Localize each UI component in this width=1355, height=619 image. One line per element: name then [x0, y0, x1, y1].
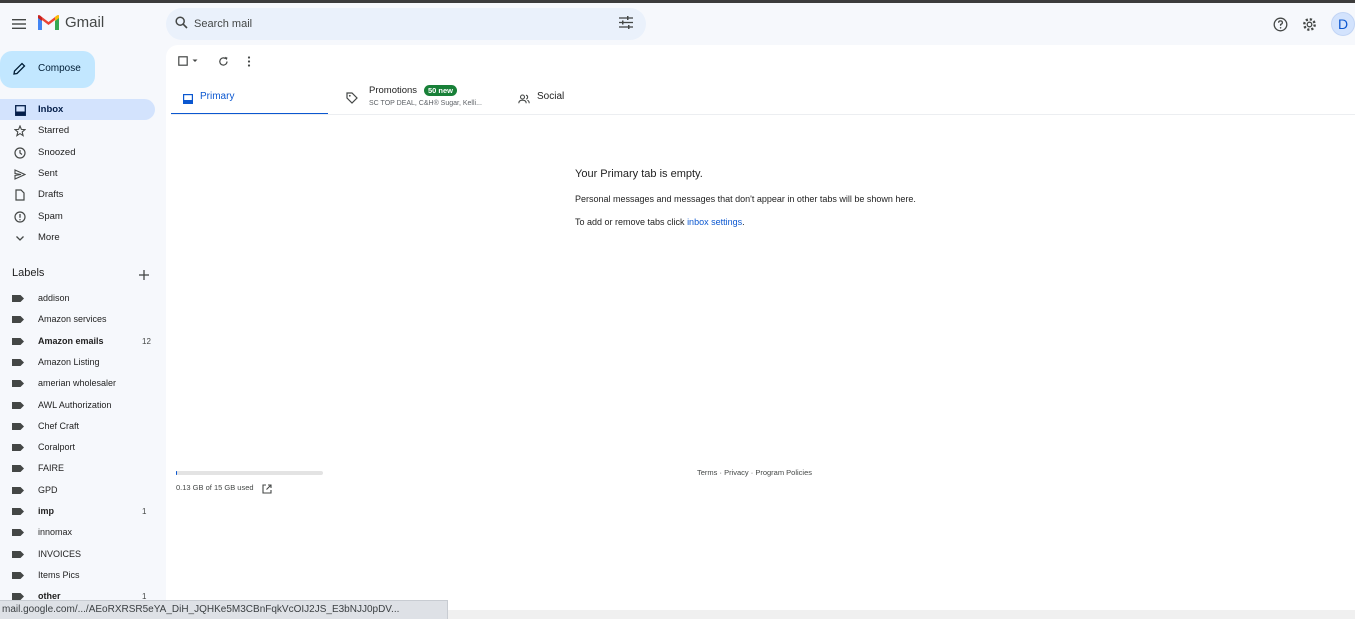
- label-tag-icon: [12, 550, 24, 558]
- refresh-icon: [219, 56, 228, 66]
- compose-label: Compose: [38, 63, 81, 74]
- tabs-divider: [171, 114, 1355, 115]
- label-tag-icon: [12, 529, 24, 537]
- sidebar-item-inbox[interactable]: Inbox: [0, 99, 155, 120]
- gmail-m-icon: [38, 14, 59, 30]
- sidebar-item-snoozed[interactable]: Snoozed: [0, 142, 155, 163]
- promotions-new-badge: 50 new: [424, 85, 458, 96]
- settings-gear-icon[interactable]: [1301, 16, 1317, 32]
- label-tag-icon: [12, 380, 24, 388]
- search-options-icon[interactable]: [619, 16, 633, 29]
- app-name: Gmail: [65, 14, 105, 31]
- label-tag-icon: [12, 422, 24, 430]
- sidebar-item-more[interactable]: More: [0, 227, 155, 248]
- labels-heading: Labels: [12, 267, 45, 279]
- search-input[interactable]: [194, 14, 594, 34]
- label-item[interactable]: Amazon Listing: [0, 352, 155, 373]
- label-item[interactable]: INVOICES: [0, 544, 155, 565]
- label-tag-icon: [12, 486, 24, 494]
- label-tag-icon: [12, 337, 24, 345]
- gmail-logo[interactable]: Gmail: [38, 14, 104, 31]
- label-tag-icon: [12, 295, 24, 302]
- select-all-checkbox[interactable]: [178, 56, 200, 66]
- label-item[interactable]: imp 1: [0, 501, 155, 522]
- search-box[interactable]: [166, 8, 646, 40]
- label-item[interactable]: innomax: [0, 522, 155, 543]
- more-options-button[interactable]: [247, 56, 251, 67]
- create-label-button[interactable]: [138, 268, 150, 280]
- label-item[interactable]: GPD: [0, 480, 155, 501]
- manage-storage-button[interactable]: [262, 481, 272, 499]
- send-icon: [14, 168, 26, 180]
- tab-promotions[interactable]: Promotions 50 new SC TOP DEAL, C&H® Suga…: [334, 79, 504, 115]
- label-tag-icon: [12, 444, 24, 452]
- checkbox-icon: [178, 56, 198, 66]
- label-item[interactable]: Coralport: [0, 437, 155, 458]
- account-avatar[interactable]: D: [1331, 12, 1355, 36]
- sidebar-item-spam[interactable]: Spam: [0, 206, 155, 227]
- label-item[interactable]: amerian wholesaler: [0, 373, 155, 394]
- help-icon[interactable]: [1272, 16, 1288, 32]
- label-tag-icon: [12, 465, 24, 473]
- empty-state-description: Personal messages and messages that don'…: [575, 194, 916, 204]
- promotions-senders: SC TOP DEAL, C&H® Sugar, Kelli...: [369, 100, 482, 107]
- label-tag-icon: [12, 401, 24, 409]
- tag-icon: [346, 91, 358, 109]
- storage-usage-text: 0.13 GB of 15 GB used: [176, 483, 254, 492]
- storage-usage-fill: [176, 471, 178, 475]
- draft-icon: [14, 189, 26, 201]
- label-tag-icon: [12, 571, 24, 579]
- spam-icon: [14, 211, 26, 223]
- label-item[interactable]: Amazon emails 12: [0, 331, 155, 352]
- label-item[interactable]: FAIRE: [0, 458, 155, 479]
- hamburger-icon: [12, 19, 26, 29]
- label-item[interactable]: addison: [0, 288, 155, 309]
- main-panel: Primary Promotions 50 new SC TOP DEAL, C…: [166, 45, 1355, 610]
- search-icon[interactable]: [175, 16, 188, 29]
- clock-icon: [14, 147, 26, 159]
- plus-icon: [139, 270, 149, 280]
- label-tag-icon: [12, 508, 24, 515]
- label-item[interactable]: Chef Craft: [0, 416, 155, 437]
- sidebar-item-sent[interactable]: Sent: [0, 163, 155, 184]
- label-item[interactable]: Amazon services: [0, 309, 155, 330]
- more-vert-icon: [247, 56, 251, 67]
- sidebar-item-drafts[interactable]: Drafts: [0, 184, 155, 205]
- header: Gmail D: [0, 3, 1355, 45]
- tab-primary[interactable]: Primary: [171, 79, 328, 115]
- refresh-button[interactable]: [218, 56, 229, 67]
- inbox-icon: [183, 91, 194, 109]
- compose-button[interactable]: Compose: [0, 51, 95, 88]
- tab-social[interactable]: Social: [506, 79, 656, 115]
- label-tag-icon: [12, 316, 24, 324]
- empty-state-settings-hint: To add or remove tabs click inbox settin…: [575, 217, 745, 227]
- browser-status-url: mail.google.com/.../AEoRXRSR5eYA_DiH_JQH…: [0, 600, 448, 619]
- star-icon: [14, 125, 26, 137]
- main-menu-button[interactable]: [6, 9, 32, 39]
- label-item[interactable]: AWL Authorization: [0, 395, 155, 416]
- label-item[interactable]: Items Pics: [0, 565, 155, 586]
- inbox-settings-link[interactable]: inbox settings: [687, 217, 742, 227]
- pencil-icon: [13, 62, 26, 75]
- people-icon: [518, 91, 530, 109]
- storage-usage-bar: [176, 471, 323, 475]
- inbox-icon: [14, 104, 26, 116]
- footer-links[interactable]: Terms · Privacy · Program Policies: [697, 468, 812, 477]
- open-external-icon: [262, 484, 272, 494]
- label-tag-icon: [12, 358, 24, 366]
- sidebar-item-starred[interactable]: Starred: [0, 120, 155, 141]
- empty-state-title: Your Primary tab is empty.: [575, 168, 703, 180]
- chevron-down-icon: [14, 232, 26, 244]
